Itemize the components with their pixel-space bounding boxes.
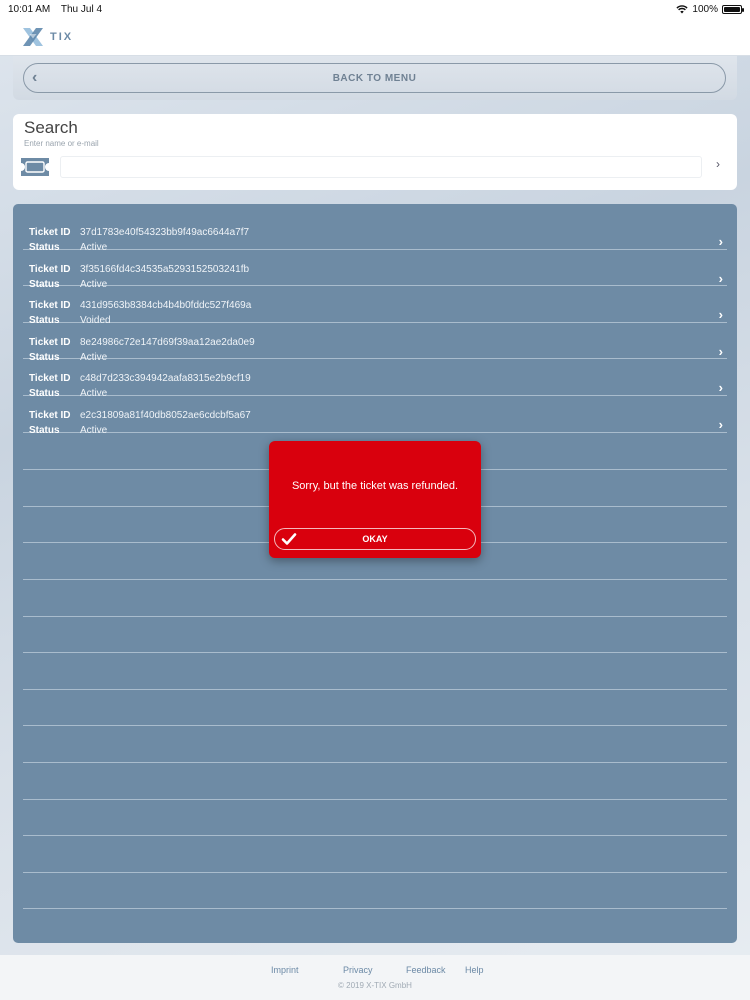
app-header: TIX [0, 18, 750, 56]
status-time: 10:01 AM [8, 3, 51, 15]
x-logo-icon [23, 27, 43, 46]
ticket-icon[interactable] [19, 156, 51, 178]
ticket-id-label: Ticket ID [29, 336, 71, 348]
battery-percent: 100% [692, 3, 718, 15]
search-hint: Enter name or e-mail [24, 139, 99, 148]
ticket-row[interactable]: Ticket ID e2c31809a81f40db8052ae6cdcbf5a6… [23, 396, 727, 436]
status-value: Active [80, 425, 108, 436]
status-label: Status [29, 425, 60, 436]
search-submit-chevron-icon[interactable]: › [716, 157, 720, 171]
ticket-id-value: e2c31809a81f40db8052ae6cdcbf5a67 [80, 410, 251, 421]
footer-link-help[interactable]: Help [465, 965, 484, 975]
footer-link-imprint[interactable]: Imprint [271, 965, 299, 975]
chevron-right-icon: › [718, 307, 723, 323]
ticket-list: Ticket ID 37d1783e40f54323bb9f49ac6644a7f… [13, 204, 737, 943]
chevron-left-icon: ‹ [32, 69, 38, 86]
empty-row-divider [23, 835, 727, 837]
status-bar: 10:01 AM Thu Jul 4 100% [0, 0, 750, 18]
search-card: Search Enter name or e-mail › [13, 114, 737, 190]
footer: Imprint Privacy Feedback Help © 2019 X-T… [0, 955, 750, 1000]
logo-text: TIX [50, 30, 74, 43]
back-card: ‹ BACK TO MENU [13, 56, 737, 100]
ticket-id-label: Ticket ID [29, 410, 71, 421]
xtix-logo[interactable]: TIX [20, 25, 73, 49]
empty-row-divider [23, 798, 727, 800]
ticket-row[interactable]: Ticket ID c48d7d233c394942aafa8315e2b9cf1… [23, 359, 727, 399]
copyright: © 2019 X-TIX GmbH [338, 981, 412, 990]
empty-row-divider [23, 725, 727, 727]
chevron-right-icon: › [718, 234, 723, 249]
okay-button[interactable]: OKAY [274, 528, 476, 550]
chevron-right-icon: › [718, 380, 723, 396]
back-to-menu-button[interactable]: ‹ BACK TO MENU [23, 63, 726, 93]
empty-row-divider [23, 688, 727, 690]
checkmark-icon [281, 533, 297, 545]
footer-link-feedback[interactable]: Feedback [406, 965, 446, 975]
status-date: Thu Jul 4 [60, 3, 103, 15]
empty-row-divider [23, 762, 727, 763]
back-to-menu-label: BACK TO MENU [332, 72, 417, 84]
ticket-row[interactable]: Ticket ID 431d9563b8384cb4b4b0fddc527f469… [23, 286, 727, 326]
search-title: Search [24, 118, 78, 137]
status-bar-right: 100% [676, 3, 744, 15]
ticket-id-label: Ticket ID [29, 263, 71, 275]
search-input[interactable] [60, 156, 702, 178]
ticket-id-label: Ticket ID [29, 300, 71, 312]
alert-message: Sorry, but the ticket was refunded. [291, 480, 459, 492]
wifi-icon [676, 4, 689, 13]
okay-label: OKAY [362, 534, 388, 544]
ticket-id-label: Ticket ID [29, 227, 71, 238]
ticket-id-value: 8e24986c72e147d69f39aa12ae2da0e9 [80, 336, 255, 348]
ticket-row[interactable]: Ticket ID 37d1783e40f54323bb9f49ac6644a7f… [23, 213, 727, 253]
chevron-right-icon: › [718, 343, 723, 359]
refund-alert-dialog: Sorry, but the ticket was refunded. OKAY [269, 441, 481, 558]
empty-row-divider [23, 908, 727, 910]
empty-row-divider [23, 615, 727, 617]
ticket-id-label: Ticket ID [29, 373, 71, 385]
empty-row-divider [23, 871, 727, 873]
ticket-id-value: 37d1783e40f54323bb9f49ac6644a7f7 [80, 227, 250, 238]
status-bar-left: 10:01 AM Thu Jul 4 [8, 4, 110, 15]
ticket-id-value: 3f35166fd4c34535a5293152503241fb [80, 263, 250, 275]
chevron-right-icon: › [718, 417, 723, 432]
ticket-row[interactable]: Ticket ID 8e24986c72e147d69f39aa12ae2da0e… [23, 323, 727, 363]
chevron-right-icon: › [718, 270, 723, 286]
empty-row-divider [23, 652, 727, 654]
footer-links: Imprint Privacy Feedback Help [0, 965, 750, 979]
empty-row-divider [23, 579, 727, 580]
ticket-row[interactable]: Ticket ID 3f35166fd4c34535a5293152503241f… [23, 250, 727, 290]
footer-link-privacy[interactable]: Privacy [343, 965, 373, 975]
battery-icon [722, 4, 744, 14]
ticket-id-value: 431d9563b8384cb4b4b0fddc527f469a [80, 300, 252, 312]
ticket-id-value: c48d7d233c394942aafa8315e2b9cf19 [80, 373, 251, 385]
